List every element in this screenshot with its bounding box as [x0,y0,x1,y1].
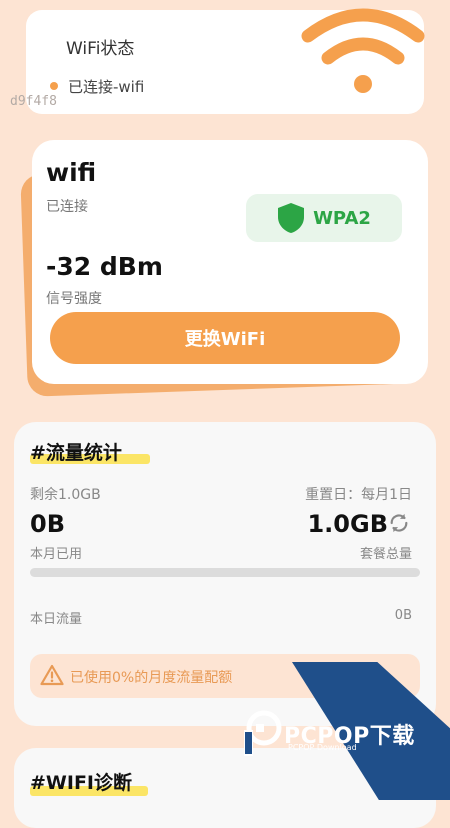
wifi-info-card: wifi 已连接 WPA2 -32 dBm 信号强度 更换WiFi [32,140,428,384]
wifi-name: wifi [46,158,97,187]
security-badge: WPA2 [246,194,402,242]
status-title: WiFi状态 [66,39,135,59]
pcpop-logo-icon [244,710,282,756]
diagnosis-title: #WIFI诊断 [30,772,132,794]
shield-icon [278,203,305,233]
traffic-title: #流量统计 [30,442,122,464]
used-label: 本月已用 [30,547,83,562]
today-traffic-label: 本日流量 [30,612,83,627]
total-value: 1.0GB [307,510,388,538]
signal-label: 信号强度 [46,291,102,307]
remaining-text: 剩余1.0GB [30,487,101,503]
warning-text: 已使用0%的月度流量配额 [70,670,233,686]
change-wifi-button[interactable]: 更换WiFi [50,312,400,364]
wifi-status-card: WiFi状态 已连接-wifi [26,8,425,114]
warning-icon [40,664,64,686]
usage-progress-bar [30,568,420,577]
refresh-icon[interactable] [388,512,410,534]
wifi-state: 已连接 [46,199,88,215]
wifi-icon [301,8,425,93]
total-label: 套餐总量 [359,547,412,562]
today-traffic-value: 0B [394,608,412,623]
signal-value: -32 dBm [46,252,163,281]
used-value: 0B [30,510,65,538]
watermark-subtext: PCPOP Download [288,743,357,752]
code-text: d9f4f8 [10,94,57,109]
security-label: WPA2 [313,207,371,229]
status-text: 已连接-wifi [68,78,145,96]
reset-day-text: 重置日：每月1日 [305,487,412,503]
status-dot [50,82,58,90]
